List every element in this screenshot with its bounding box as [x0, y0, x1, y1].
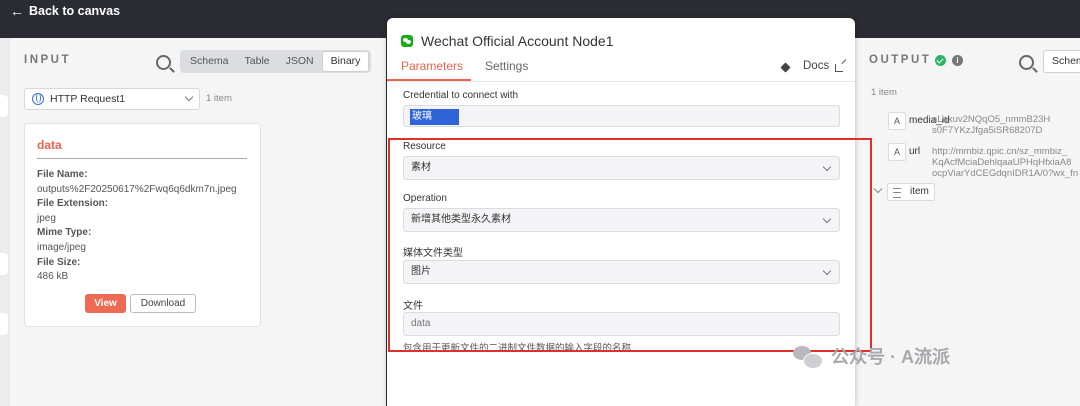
file-metadata: File Name: outputs%2F20250617%2Fwq6q6dkm… [37, 168, 237, 285]
file-name-key: File Name: [37, 169, 88, 180]
docs-link[interactable]: Docs [803, 60, 829, 72]
value-line: ocpViarYdCEGdqnIDR1A/0?wx_fn [932, 168, 1079, 179]
credential-label: Credential to connect with [403, 90, 519, 101]
output-item-count: 1 item [871, 87, 897, 98]
binary-data-card: data File Name: outputs%2F20250617%2Fwq6… [24, 123, 261, 327]
value-line: s0F7YKzJfga5iSR68207D [932, 125, 1043, 136]
wechat-icon [401, 35, 413, 47]
tab-json[interactable]: JSON [278, 52, 322, 71]
node-package-icon [780, 62, 791, 73]
input-source-select[interactable]: HTTP Request1 [24, 88, 200, 110]
credential-select[interactable]: 玻璃 [403, 105, 840, 127]
value-line: aLakuv2NQqO5_nmmB23H [932, 114, 1051, 125]
canvas-edge [0, 38, 10, 406]
watermark: 公众号 · A流派 [793, 343, 950, 369]
mime-type-key: Mime Type: [37, 227, 92, 239]
wechat-watermark-icon [793, 343, 823, 369]
highlight-box [388, 138, 872, 352]
file-size-key: File Size: [37, 256, 81, 268]
search-icon[interactable] [156, 55, 171, 70]
tab-table[interactable]: Table [237, 52, 278, 71]
item-label: item [910, 186, 929, 197]
input-item-count: 1 item [206, 93, 232, 104]
value-line: http://mmbiz.qpic.cn/sz_mmbiz_ [932, 146, 1068, 157]
output-value-url: http://mmbiz.qpic.cn/sz_mmbiz_ KqAcfMcia… [932, 146, 1078, 179]
tab-binary[interactable]: Binary [321, 51, 370, 72]
output-value-media-id: aLakuv2NQqO5_nmmB23H s0F7YKzJfga5iSR6820… [932, 114, 1050, 136]
back-to-canvas-label: Back to canvas [29, 4, 121, 18]
canvas-node-marker [0, 253, 8, 275]
input-panel-title: INPUT [24, 54, 71, 66]
output-panel-title: OUTPUT [869, 54, 932, 66]
chevron-down-icon [184, 92, 194, 102]
input-source-value: HTTP Request1 [50, 93, 126, 105]
file-size-value: 486 kB [37, 271, 69, 283]
string-type-icon: A [888, 143, 906, 161]
search-icon[interactable] [1019, 55, 1034, 70]
file-extension-key: File Extension: [37, 198, 109, 210]
value-line: KqAcfMciaDehlqaaUPHqHfxiaA8 [932, 157, 1072, 168]
list-icon [893, 188, 901, 198]
input-view-tabs: Schema Table JSON Binary [180, 50, 372, 73]
canvas-node-marker [0, 313, 8, 335]
divider [37, 158, 247, 159]
output-key-url: url [909, 146, 921, 157]
expand-chevron-icon[interactable] [873, 184, 883, 194]
mime-type-value: image/jpeg [37, 241, 86, 253]
output-array-item: item [887, 183, 935, 201]
input-panel: INPUT Schema Table JSON Binary HTTP Requ… [10, 38, 386, 406]
tab-schema[interactable]: Schema [182, 52, 237, 71]
globe-icon [32, 93, 44, 105]
file-extension-value: jpeg [37, 212, 56, 224]
node-title[interactable]: Wechat Official Account Node1 [421, 33, 613, 49]
canvas-node-marker [0, 95, 8, 117]
arrow-left-icon: ← [10, 3, 24, 19]
back-to-canvas-link[interactable]: ← Back to canvas [10, 3, 120, 19]
file-name-value: outputs%2F20250617%2Fwq6q6dkm7n.jpeg [37, 183, 237, 195]
divider [387, 81, 855, 82]
success-check-icon [935, 55, 946, 66]
tab-parameters[interactable]: Parameters [401, 59, 463, 73]
credential-value: 玻璃 [410, 109, 459, 125]
binary-property-name: data [37, 138, 62, 152]
tab-settings[interactable]: Settings [485, 59, 528, 73]
download-button[interactable]: Download [130, 294, 196, 313]
watermark-text: 公众号 · A流派 [831, 347, 950, 367]
view-button[interactable]: View [85, 294, 126, 313]
string-type-icon: A [888, 112, 906, 130]
tab-schema[interactable]: Schem [1043, 50, 1080, 73]
external-link-icon [835, 64, 843, 72]
info-icon[interactable]: i [952, 55, 963, 66]
